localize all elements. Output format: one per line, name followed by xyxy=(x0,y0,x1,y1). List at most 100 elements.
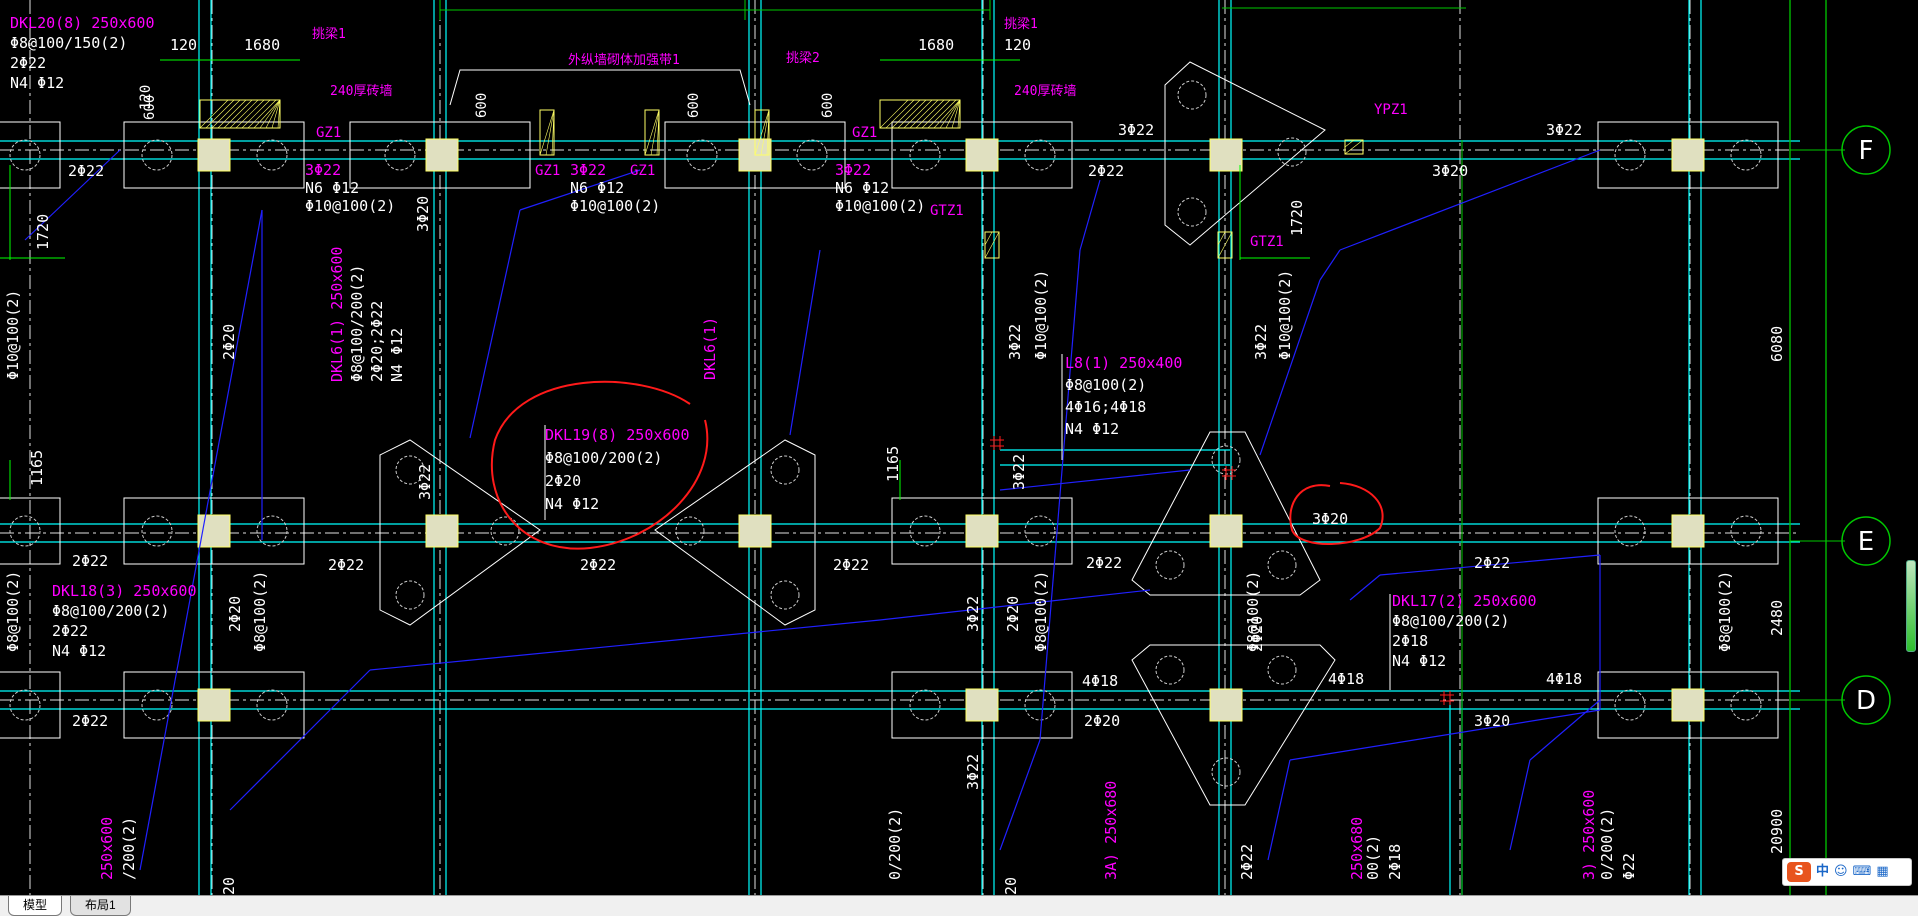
bar-label: Φ8@100(2) xyxy=(251,571,269,652)
pile-circle xyxy=(490,516,520,546)
dim-text: 120 xyxy=(170,36,197,54)
tab-model[interactable]: 模型 xyxy=(8,896,63,916)
clipped-annotation: 0/200(2) xyxy=(886,808,904,880)
cad-drawing-canvas[interactable]: F E D DKL20(8) 250x600 Φ8@100/150(2) 2Φ22 N4 Φ… xyxy=(0,0,1918,895)
dkl6-annotation: N4 Φ12 xyxy=(388,328,406,382)
hatch xyxy=(235,99,265,129)
dkl6-annotation: 2Φ20;2Φ22 xyxy=(368,301,386,382)
hatch xyxy=(217,99,247,129)
pile-circle xyxy=(141,689,173,721)
column xyxy=(425,514,459,548)
hatch xyxy=(984,231,993,246)
dkl20-annotation-line: 2Φ22 xyxy=(10,54,46,72)
pile-circle xyxy=(141,139,173,171)
dkl20-annotation-line: DKL20(8) 250x600 xyxy=(10,14,155,32)
bar-label: Φ8@100(2) xyxy=(4,571,22,652)
dkl20-annotation-line: N4 Φ12 xyxy=(10,74,64,92)
wall-label: 240厚砖墙 xyxy=(1014,84,1076,99)
l8-annotation-line: N4 Φ12 xyxy=(1065,420,1119,438)
dim-text: 1680 xyxy=(918,36,954,54)
hatch xyxy=(229,99,259,129)
dim-text: 600 xyxy=(820,93,836,118)
column xyxy=(197,138,231,172)
clipped-annotation: 00(2) xyxy=(1364,835,1382,880)
bar-label: 3Φ22 xyxy=(964,754,982,790)
bar-label: 2Φ20 xyxy=(1004,596,1022,632)
dim-text: 1680 xyxy=(244,36,280,54)
hatch xyxy=(1344,139,1364,155)
bar-label: 2Φ20 xyxy=(226,596,244,632)
dkl17-annotation-line: DKL17(2) 250x600 xyxy=(1392,592,1537,610)
hatch xyxy=(891,99,921,129)
section-annotation-line: N6 Φ12 xyxy=(570,179,624,197)
pile-circle xyxy=(770,580,800,610)
column xyxy=(965,688,999,722)
dkl19-annotation-line: 2Φ20 xyxy=(545,472,581,490)
pile-circle xyxy=(675,516,705,546)
pile-circle xyxy=(256,689,288,721)
bar-label: 3Φ22 xyxy=(1010,454,1028,490)
bar-label: 2Φ22 xyxy=(1088,162,1124,180)
hatch xyxy=(915,99,945,129)
clipped-annotation: Φ22 xyxy=(1620,853,1638,880)
bar-label: 3Φ22 xyxy=(1006,324,1024,360)
gz-label: GZ1 xyxy=(535,163,560,179)
bar-label: Φ8@100(2) xyxy=(1716,571,1734,652)
axis-label: E xyxy=(1858,527,1874,557)
bar-label: 3Φ20 xyxy=(1312,510,1348,528)
keyboard-icon[interactable]: ⌨ xyxy=(1853,862,1872,882)
bar-label: 2Φ20 xyxy=(220,324,238,360)
smile-icon[interactable]: ☺ xyxy=(1834,862,1848,882)
dim-text: 2480 xyxy=(1768,600,1786,636)
hatch xyxy=(199,99,229,129)
bar-label: 2Φ22 xyxy=(833,556,869,574)
pile-circle xyxy=(1177,80,1207,110)
bar-label: 2Φ22 xyxy=(68,162,104,180)
column xyxy=(1209,514,1243,548)
bar-label: 3Φ22 xyxy=(1546,121,1582,139)
dim-text: 6080 xyxy=(1768,326,1786,362)
scroll-indicator[interactable] xyxy=(1906,560,1916,652)
pile-circle xyxy=(796,139,828,171)
wall-outline xyxy=(449,69,751,106)
tab-layout1[interactable]: 布局1 xyxy=(70,896,131,916)
bar-label: 3Φ22 xyxy=(1252,324,1270,360)
dkl18-annotation-line: N4 Φ12 xyxy=(52,642,106,660)
beam-label: 挑梁2 xyxy=(786,51,820,66)
bar-label: 3Φ20 xyxy=(414,196,432,232)
pile-circle xyxy=(1177,197,1207,227)
leader-line xyxy=(1319,249,1341,281)
dim-text: 20900 xyxy=(1768,809,1786,854)
pile-circle xyxy=(1267,550,1297,580)
dim-text: 1720 xyxy=(34,214,52,250)
hatch xyxy=(921,99,951,129)
bar-label: 2Φ22 xyxy=(580,556,616,574)
hatch xyxy=(984,231,1000,259)
dim-text: 1165 xyxy=(884,446,902,482)
bar-label: Φ10@100(2) xyxy=(4,290,22,380)
bar-label: 2Φ20 xyxy=(1084,712,1120,730)
bar-label: 2Φ22 xyxy=(1086,554,1122,572)
leader-line xyxy=(999,739,1041,851)
grid-icon[interactable]: ▦ xyxy=(1876,862,1888,882)
bar-label: 2Φ22 xyxy=(328,556,364,574)
bar-label: 3Φ22 xyxy=(416,464,434,500)
leader-line xyxy=(1339,149,1601,251)
column xyxy=(965,514,999,548)
sogou-logo-icon[interactable]: S xyxy=(1787,862,1811,882)
pile-circle xyxy=(384,139,416,171)
l8-annotation-line: 4Φ16;4Φ18 xyxy=(1065,398,1146,416)
column xyxy=(1209,138,1243,172)
column xyxy=(197,688,231,722)
hatch xyxy=(241,99,271,129)
hatch xyxy=(211,99,241,129)
dim-text: 600 xyxy=(686,93,702,118)
hatch xyxy=(205,99,235,129)
pile-circle xyxy=(909,139,941,171)
pile-circle xyxy=(1614,689,1646,721)
dim-text: 1165 xyxy=(28,450,46,486)
clipped-annotation: 250x600 xyxy=(98,817,116,880)
section-annotation-line: 3Φ22 xyxy=(570,161,606,179)
ime-mode-toggle[interactable]: 中 xyxy=(1816,862,1829,882)
ime-toolbar[interactable]: S 中 ☺ ⌨ ▦ xyxy=(1782,858,1912,886)
